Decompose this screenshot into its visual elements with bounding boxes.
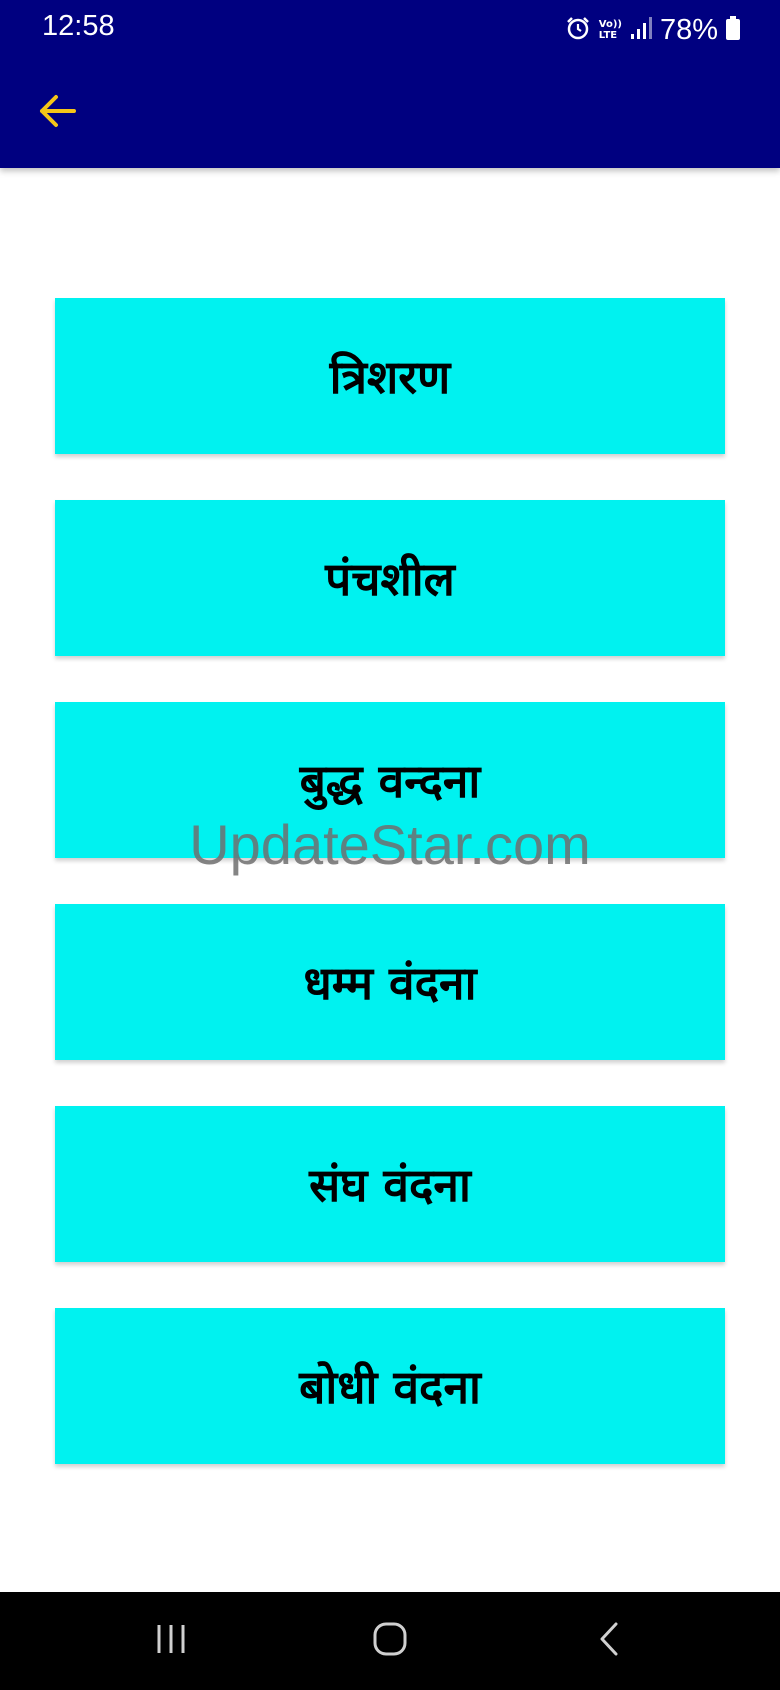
signal-icon [630, 16, 652, 44]
status-bar: 12:58 Vo)) LTE 78% [0, 0, 780, 60]
status-icons: Vo)) LTE 78% [565, 12, 740, 48]
app-bar: 12:58 Vo)) LTE 78% [0, 0, 780, 168]
recent-apps-icon [153, 1622, 189, 1660]
menu-item-label: संघ वंदना [309, 1158, 471, 1212]
arrow-left-icon [38, 94, 76, 132]
menu-item-label: धम्म वंदना [303, 956, 477, 1010]
system-nav-bar [0, 1592, 780, 1690]
menu-item-trisharan[interactable]: त्रिशरण [55, 298, 725, 454]
menu-item-panchsheel[interactable]: पंचशील [55, 500, 725, 656]
menu-item-label: पंचशील [325, 552, 455, 606]
recent-apps-button[interactable] [131, 1610, 211, 1672]
nav-back-button[interactable] [569, 1610, 649, 1672]
home-icon [371, 1620, 409, 1662]
menu-item-sangha-vandana[interactable]: संघ वंदना [55, 1106, 725, 1262]
battery-icon [726, 16, 740, 44]
volte-icon: Vo)) LTE [598, 19, 622, 41]
menu-item-buddha-vandana[interactable]: बुद्ध वन्दना [55, 702, 725, 858]
menu-item-label: त्रिशरण [329, 350, 451, 404]
alarm-icon [565, 15, 591, 45]
menu-list: त्रिशरण पंचशील बुद्ध वन्दना धम्म वंदना स… [55, 298, 725, 1510]
back-button[interactable] [30, 88, 84, 138]
status-time: 12:58 [42, 10, 115, 42]
back-icon [596, 1620, 622, 1662]
menu-item-bodhi-vandana[interactable]: बोधी वंदना [55, 1308, 725, 1464]
menu-item-dhamma-vandana[interactable]: धम्म वंदना [55, 904, 725, 1060]
battery-text: 78% [659, 13, 718, 46]
menu-item-label: बोधी वंदना [299, 1360, 481, 1414]
menu-item-label: बुद्ध वन्दना [299, 754, 481, 808]
home-button[interactable] [350, 1610, 430, 1672]
